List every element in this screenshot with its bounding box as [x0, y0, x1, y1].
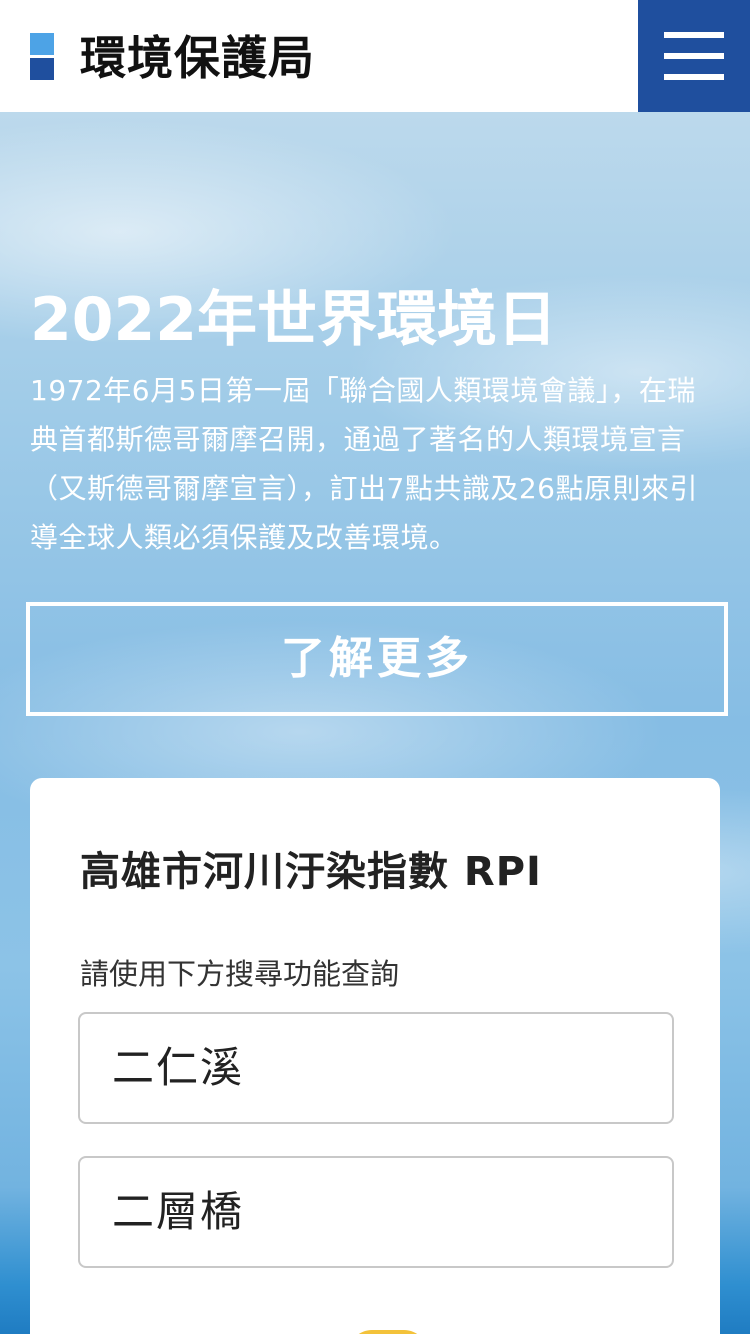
river-select[interactable]: 二仁溪	[78, 1012, 674, 1124]
hero-description: 1972年6月5日第一屆「聯合國人類環境會議」，在瑞典首都斯德哥爾摩召開，通過了…	[30, 374, 698, 554]
menu-button[interactable]	[638, 0, 750, 112]
station-select[interactable]: 二層橋	[78, 1156, 674, 1268]
brand-name[interactable]: 環境保護局	[80, 28, 315, 88]
station-select-value: 二層橋	[112, 1187, 245, 1236]
brand-logo-icon	[30, 33, 54, 80]
card-title: 高雄市河川汙染指數 RPI	[80, 849, 542, 895]
river-pollution-index-card: 高雄市河川汙染指數 RPI 請使用下方搜尋功能查詢 二仁溪 二層橋	[30, 778, 720, 1334]
search-button-edge[interactable]	[348, 1330, 428, 1334]
card-hint: 請使用下方搜尋功能查詢	[80, 957, 400, 991]
learn-more-button[interactable]: 了解更多	[26, 602, 728, 716]
hero-title: 2022年世界環境日	[30, 285, 557, 355]
top-header: 環境保護局	[0, 0, 750, 112]
river-select-value: 二仁溪	[112, 1043, 245, 1092]
